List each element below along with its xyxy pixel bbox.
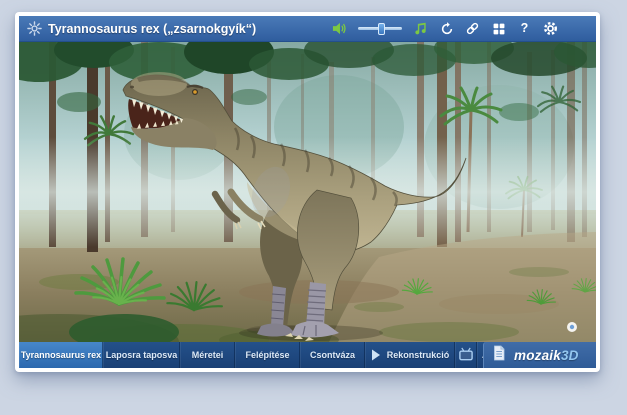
tab-animation-tv[interactable] (455, 342, 477, 368)
sun-icon (27, 21, 42, 36)
reset-rotate-icon[interactable] (439, 21, 454, 36)
mozaik3d-logo[interactable]: mozaik3D (514, 348, 579, 363)
titlebar-toolbar: ? (332, 21, 588, 36)
grid-menu-icon[interactable] (491, 21, 506, 36)
tab-felepitese[interactable]: Felépítése (235, 342, 300, 368)
app-window: Tyrannosaurus rex („zsarnokgyík“) (15, 12, 600, 372)
tab-rekonstrukcio[interactable]: Rekonstrukció (365, 342, 455, 368)
tab-tyrannosaurus-rex[interactable]: Tyrannosaurus rex (19, 342, 103, 368)
tab-csontvaza[interactable]: Csontváza (300, 342, 365, 368)
desktop-background: Tyrannosaurus rex („zsarnokgyík“) (0, 0, 627, 415)
tab-laposra-taposva[interactable]: Laposra taposva (103, 342, 180, 368)
tv-icon (458, 347, 474, 364)
tab-meretei[interactable]: Méretei (180, 342, 235, 368)
help-icon[interactable]: ? (517, 21, 532, 36)
scene-hotspot-dot-center[interactable] (570, 325, 574, 329)
3d-scene-viewport[interactable] (19, 42, 596, 342)
music-note-icon[interactable] (413, 21, 428, 36)
page-title: Tyrannosaurus rex („zsarnokgyík“) (48, 22, 256, 36)
link-icon[interactable] (465, 21, 480, 36)
volume-speaker-icon[interactable] (332, 21, 347, 36)
volume-slider-handle[interactable] (378, 23, 385, 35)
titlebar: Tyrannosaurus rex („zsarnokgyík“) (19, 16, 596, 42)
tabbar: Tyrannosaurus rex Laposra taposva Mérete… (19, 342, 596, 368)
play-icon (371, 349, 381, 361)
brand-overlay[interactable]: mozaik3D (483, 342, 596, 368)
document-icon[interactable] (492, 345, 506, 366)
settings-gear-icon[interactable] (543, 21, 558, 36)
volume-slider[interactable] (358, 22, 402, 36)
